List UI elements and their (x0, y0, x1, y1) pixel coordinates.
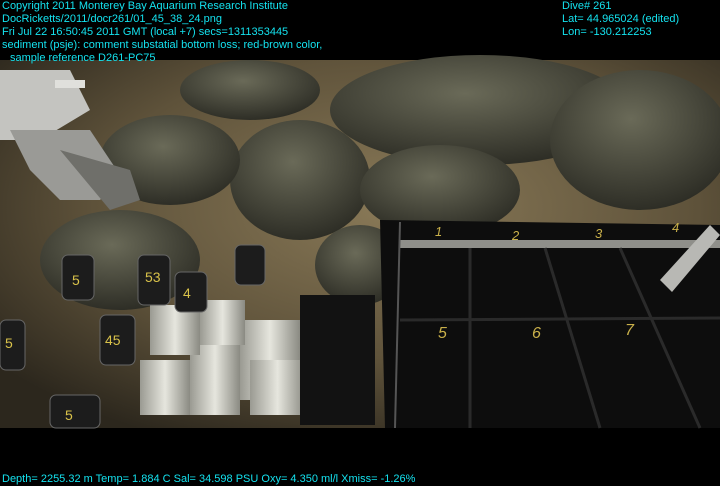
filename-text: DocRicketts/2011/docr261/01_45_38_24.png (2, 13, 222, 25)
overlay-header: Copyright 2011 Monterey Bay Aquarium Res… (2, 0, 322, 65)
rack-number-2: 2 (511, 228, 520, 243)
telemetry-readout: Depth= 2255.32 m Temp= 1.884 C Sal= 34.5… (2, 473, 416, 485)
rov-frame: 5 53 4 45 5 5 1 2 3 4 5 6 7 Copyright 20… (0, 0, 720, 486)
core-label-3: 4 (183, 285, 191, 301)
overlay-position: Dive# 261 Lat= 44.965024 (edited) Lon= -… (562, 0, 679, 39)
rack-number-4: 4 (672, 220, 679, 235)
datetime-text: Fri Jul 22 16:50:45 2011 GMT (local +7) … (2, 26, 289, 38)
dive-number: Dive# 261 (562, 0, 612, 12)
comment-text: sediment (psje): comment substatial bott… (2, 39, 323, 51)
core-label-6: 5 (5, 335, 13, 351)
rack-number-3: 3 (595, 226, 603, 241)
seafloor-scene: 5 53 4 45 5 5 1 2 3 4 5 6 7 (0, 0, 720, 486)
core-label-1: 5 (72, 272, 80, 288)
sample-rack (380, 220, 720, 429)
core-label-5: 5 (65, 407, 73, 423)
latitude: Lat= 44.965024 (edited) (562, 13, 680, 25)
core-label-4: 45 (105, 332, 121, 348)
copyright-text: Copyright 2011 Monterey Bay Aquarium Res… (2, 0, 288, 12)
sample-reference-text: sample reference D261-PC75 (10, 52, 156, 64)
longitude: Lon= -130.212253 (562, 26, 652, 38)
rack-number-5: 5 (438, 325, 447, 342)
rack-number-7: 7 (625, 322, 635, 339)
rack-number-1: 1 (435, 224, 442, 239)
rack-number-6: 6 (532, 325, 541, 342)
core-label-2: 53 (145, 269, 161, 285)
